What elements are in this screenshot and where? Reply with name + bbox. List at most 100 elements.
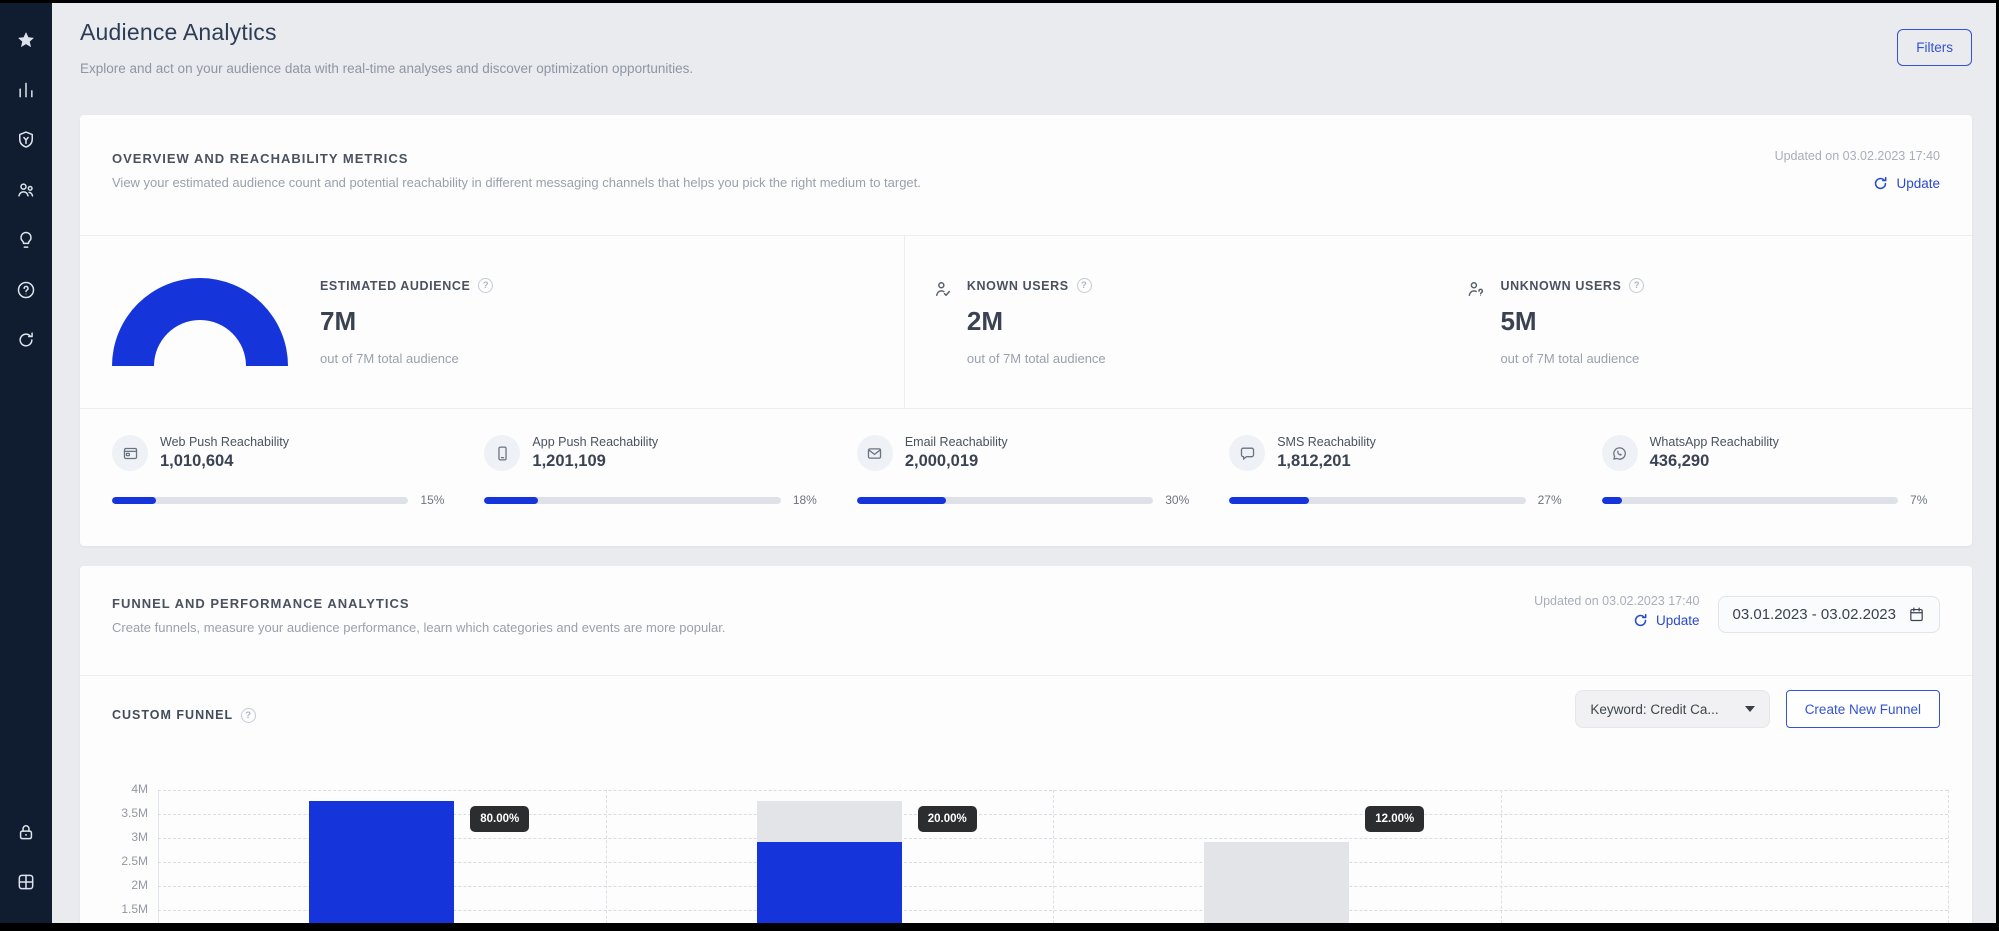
funnel-card: FUNNEL AND PERFORMANCE ANALYTICS Create … — [80, 566, 1972, 923]
percent-badge: 20.00% — [918, 806, 977, 832]
help-icon[interactable] — [241, 708, 256, 723]
y-axis-tick-label: 4M — [96, 782, 148, 796]
percent-badge: 80.00% — [470, 806, 529, 832]
progress-fill — [112, 497, 156, 504]
progress-percent: 18% — [793, 493, 823, 507]
overview-update-button[interactable]: Update — [1872, 175, 1940, 192]
refresh-icon — [1872, 175, 1889, 192]
page-subtitle: Explore and act on your audience data wi… — [80, 61, 693, 76]
progress-track — [484, 497, 780, 504]
percent-badge: 12.00% — [1365, 806, 1424, 832]
overview-card: OVERVIEW AND REACHABILITY METRICS View y… — [80, 115, 1972, 546]
gridline-vertical — [606, 790, 607, 923]
sidebar-item-analytics[interactable] — [0, 65, 52, 115]
overview-update-label: Update — [1896, 176, 1940, 191]
unknown-users-text: UNKNOWN USERS 5M out of 7M total audienc… — [1500, 278, 1644, 408]
whatsapp-icon-wrap — [1602, 435, 1638, 471]
audience-gauge — [112, 278, 288, 366]
channel-value: 1,812,201 — [1277, 452, 1376, 471]
sms-icon-wrap — [1229, 435, 1265, 471]
progress-percent: 7% — [1910, 493, 1940, 507]
estimated-audience-value: 7M — [320, 306, 493, 337]
y-axis-tick-label: 2.5M — [96, 854, 148, 868]
date-range-picker[interactable]: 03.01.2023 - 03.02.2023 — [1718, 596, 1940, 633]
help-icon[interactable] — [1077, 278, 1092, 293]
funnel-controls: CUSTOM FUNNEL Keyword: Credit Ca... Crea… — [112, 690, 1940, 728]
sidebar-item-audience[interactable] — [0, 165, 52, 215]
calendar-icon — [1908, 606, 1925, 623]
y-axis-tick-label: 1.5M — [96, 902, 148, 916]
email-icon — [866, 445, 883, 462]
sidebar-item-shield[interactable] — [0, 115, 52, 165]
progress-fill — [857, 497, 946, 504]
unknown-users-label: UNKNOWN USERS — [1500, 279, 1621, 293]
screen: Audience Analytics Explore and act on yo… — [0, 0, 1999, 931]
star-icon — [16, 30, 36, 50]
estimated-audience-label: ESTIMATED AUDIENCE — [320, 279, 470, 293]
keyword-filter-value: Keyword: Credit Ca... — [1590, 702, 1718, 717]
sidebar-item-apps[interactable] — [0, 857, 52, 907]
progress-row: 7% — [1602, 493, 1940, 507]
help-icon[interactable] — [478, 278, 493, 293]
user-question-icon — [1466, 279, 1486, 299]
progress-track — [1602, 497, 1898, 504]
channel-value: 1,201,109 — [532, 452, 658, 471]
funnel-updated-text: Updated on 03.02.2023 17:40 — [1534, 594, 1699, 608]
apps-grid-icon — [16, 872, 36, 892]
y-axis-line — [158, 790, 159, 923]
funnel-chart: 4M3.5M3M2.5M2M1.5M80.00%20.00%12.00% — [96, 760, 1948, 923]
funnel-bar-completed[interactable] — [309, 801, 454, 923]
date-range-value: 03.01.2023 - 03.02.2023 — [1733, 606, 1896, 623]
sidebar-item-sync[interactable] — [0, 315, 52, 365]
funnel-updated-block: Updated on 03.02.2023 17:40 Update — [1534, 594, 1699, 634]
whatsapp-icon — [1611, 445, 1628, 462]
custom-funnel-title: CUSTOM FUNNEL — [112, 708, 256, 723]
sidebar-item-star[interactable] — [0, 15, 52, 65]
keyword-filter-dropdown[interactable]: Keyword: Credit Ca... — [1575, 690, 1769, 728]
sidebar-item-insights[interactable] — [0, 215, 52, 265]
help-icon[interactable] — [1629, 278, 1644, 293]
lock-icon — [16, 822, 36, 842]
channel-label: Web Push Reachability — [160, 435, 289, 449]
app-push-icon — [494, 445, 511, 462]
filters-button[interactable]: Filters — [1897, 29, 1972, 66]
funnel-update-button[interactable]: Update — [1632, 612, 1700, 629]
sidebar-bottom — [0, 807, 52, 907]
team-icon — [16, 180, 36, 200]
sidebar-item-lock[interactable] — [0, 807, 52, 857]
create-new-funnel-button[interactable]: Create New Funnel — [1786, 690, 1940, 728]
known-users-text: KNOWN USERS 2M out of 7M total audience — [967, 278, 1106, 408]
progress-fill — [1229, 497, 1309, 504]
main-content: Audience Analytics Explore and act on yo… — [52, 3, 1996, 923]
gauge-hole — [154, 320, 246, 366]
channels-row: Web Push Reachability 1,010,604 15% — [80, 409, 1972, 546]
web-push-icon-wrap — [112, 435, 148, 471]
channel-email: Email Reachability 2,000,019 30% — [857, 435, 1195, 546]
divider — [80, 675, 1972, 676]
web-push-icon — [122, 445, 139, 462]
refresh-icon — [1632, 612, 1649, 629]
funnel-widgets: Updated on 03.02.2023 17:40 Update 03.01… — [1534, 594, 1940, 634]
lightbulb-icon — [16, 230, 36, 250]
gridline-vertical — [1948, 790, 1949, 923]
progress-percent: 30% — [1165, 493, 1195, 507]
chevron-down-icon — [1745, 706, 1755, 717]
page-title: Audience Analytics — [80, 19, 277, 46]
channel-value: 436,290 — [1650, 452, 1779, 471]
overview-card-header: OVERVIEW AND REACHABILITY METRICS View y… — [80, 115, 1972, 190]
unknown-users-sub: out of 7M total audience — [1500, 351, 1644, 366]
estimated-audience-cell: ESTIMATED AUDIENCE 7M out of 7M total au… — [80, 236, 905, 408]
channel-label: App Push Reachability — [532, 435, 658, 449]
refresh-icon — [16, 330, 36, 350]
sidebar-item-help-target[interactable] — [0, 265, 52, 315]
funnel-bar-total[interactable] — [1204, 842, 1349, 923]
progress-row: 27% — [1229, 493, 1567, 507]
funnel-bar-completed[interactable] — [757, 842, 902, 923]
channel-app-push: App Push Reachability 1,201,109 18% — [484, 435, 822, 546]
overview-updated-text: Updated on 03.02.2023 17:40 — [1775, 149, 1940, 163]
channel-label: SMS Reachability — [1277, 435, 1376, 449]
shield-icon — [16, 130, 36, 150]
known-users-value: 2M — [967, 306, 1106, 337]
gridline-vertical — [1053, 790, 1054, 923]
known-users-cell: KNOWN USERS 2M out of 7M total audience — [905, 236, 1439, 408]
